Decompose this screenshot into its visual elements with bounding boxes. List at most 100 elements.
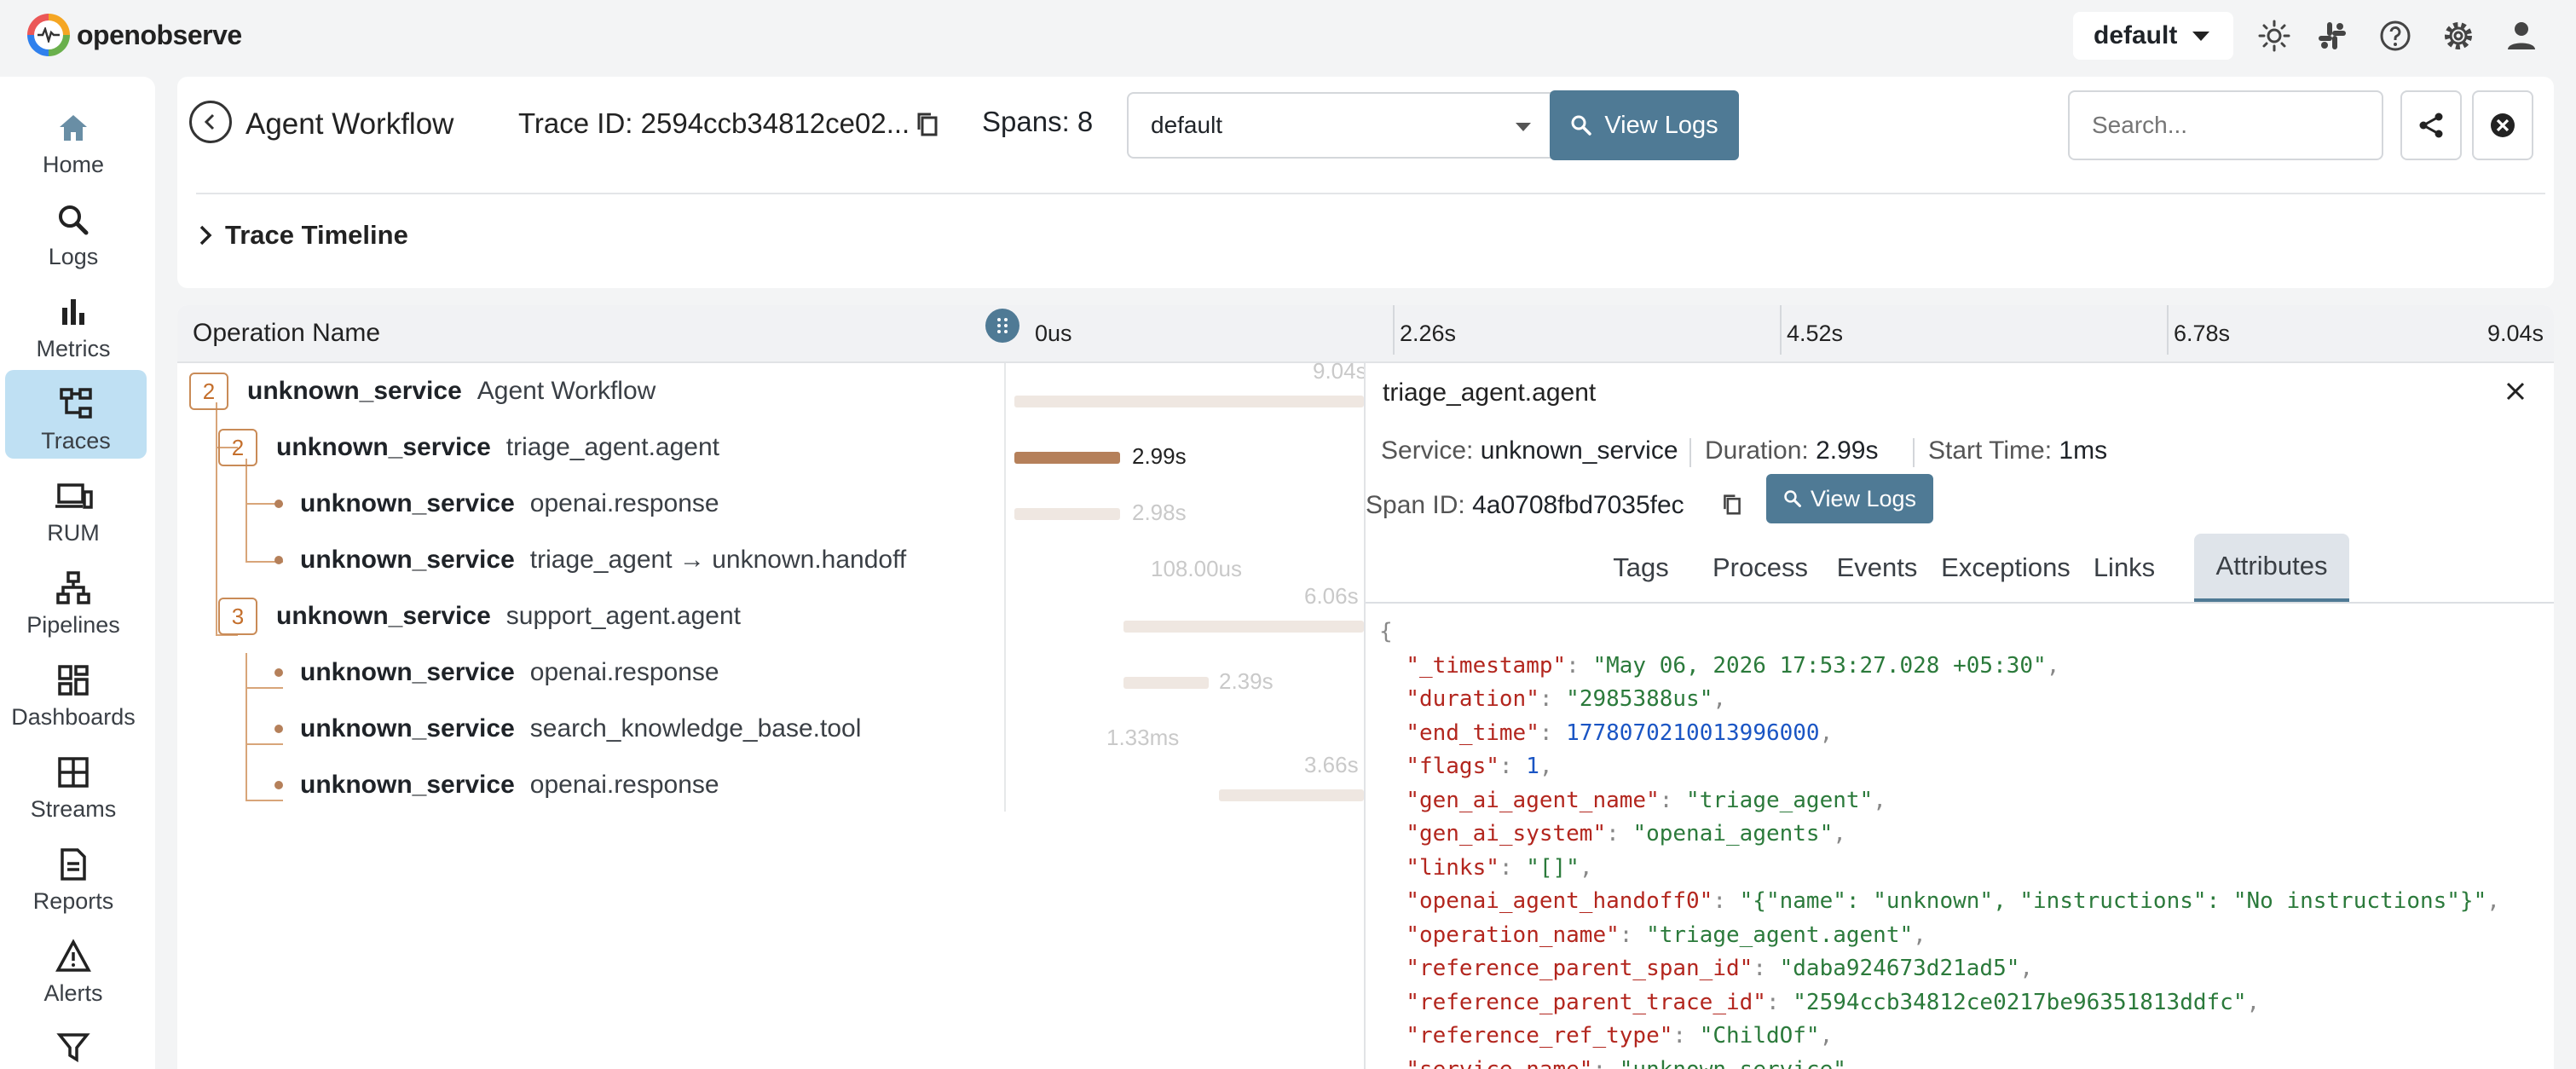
span-operation: Agent Workflow: [477, 377, 656, 405]
span-bar[interactable]: [1014, 396, 1364, 407]
sidebar-item-rum[interactable]: RUM: [0, 462, 147, 551]
settings-icon[interactable]: [2440, 17, 2477, 55]
sidebar-item-streams[interactable]: Streams: [0, 738, 147, 827]
trace-header-card: Agent Workflow Trace ID: 2594ccb34812ce0…: [177, 77, 2554, 288]
span-row[interactable]: 2 unknown_service Agent Workflow: [189, 363, 656, 419]
tab-events[interactable]: Events: [1824, 534, 1930, 602]
leaf-dot: [274, 725, 283, 733]
stream-select[interactable]: default: [1127, 92, 1562, 159]
json-brace: {: [1379, 619, 1393, 644]
child-count-badge[interactable]: 2: [189, 373, 228, 410]
attribute-key: "_timestamp": [1406, 652, 1567, 679]
view-logs-button[interactable]: View Logs: [1550, 90, 1739, 160]
tab-attributes[interactable]: Attributes: [2194, 534, 2349, 602]
divider: [1689, 438, 1691, 467]
close-detail-button[interactable]: [2503, 378, 2528, 408]
span-row[interactable]: unknown_service search_knowledge_base.to…: [274, 701, 861, 757]
attribute-key: "operation_name": [1406, 922, 1620, 948]
leaf-dot: [274, 500, 283, 508]
chevron-left-icon: [204, 113, 215, 130]
sidebar-item-reports[interactable]: Reports: [0, 830, 147, 919]
span-row[interactable]: unknown_service triage_agent → unknown.h…: [274, 532, 906, 588]
span-service: unknown_service: [300, 658, 515, 686]
span-detail-tabs: Tags Process Events Exceptions Links Att…: [1366, 534, 2554, 604]
close-trace-button[interactable]: [2472, 90, 2533, 160]
tick-divider: [2167, 305, 2169, 355]
sidebar-item-alerts[interactable]: Alerts: [0, 922, 147, 1011]
meta-value: 2.99s: [1816, 436, 1879, 465]
span-bar[interactable]: [1219, 789, 1364, 801]
span-row[interactable]: 3 unknown_service support_agent.agent: [218, 588, 741, 644]
share-icon: [2419, 113, 2443, 138]
span-tree: 2 unknown_service Agent Workflow 2 unkno…: [177, 363, 1006, 812]
attribute-key: "gen_ai_agent_name": [1406, 787, 1660, 813]
span-service: unknown_service: [300, 546, 515, 574]
span-row[interactable]: unknown_service openai.response: [274, 476, 719, 532]
span-duration: 6.06s: [1304, 583, 1359, 609]
attribute-row: "reference_parent_span_id": "daba924673d…: [1406, 956, 2034, 981]
attribute-key: "gen_ai_system": [1406, 821, 1607, 847]
span-service: unknown_service: [300, 714, 515, 743]
org-select[interactable]: default: [2073, 12, 2233, 60]
span-duration: 2.98s: [1132, 500, 1187, 525]
sidebar-item-dashboards[interactable]: Dashboards: [0, 646, 147, 735]
span-row[interactable]: unknown_service openai.response: [274, 644, 719, 701]
span-detail-panel: triage_agent.agent Service: unknown_serv…: [1364, 363, 2554, 1069]
tab-links[interactable]: Links: [2082, 534, 2167, 602]
trace-icon: [55, 384, 96, 425]
tab-tags[interactable]: Tags: [1585, 534, 1696, 602]
sidebar-item-metrics[interactable]: Metrics: [0, 278, 147, 367]
copy-icon[interactable]: [1722, 493, 1742, 521]
attribute-row: "service_name": "unknown_service": [1379, 1054, 2500, 1069]
sidebar-item-traces[interactable]: Traces: [5, 370, 147, 459]
home-icon: [53, 107, 94, 148]
app-logo[interactable]: openobserve: [27, 14, 242, 56]
sidebar-item-filter[interactable]: [0, 1014, 147, 1069]
span-service: unknown_service: [300, 771, 515, 799]
sidebar-item-logs[interactable]: Logs: [0, 186, 147, 274]
sidebar-item-home[interactable]: Home: [0, 94, 147, 182]
span-duration: 9.04s: [1313, 358, 1367, 384]
sidebar-item-label: Reports: [32, 888, 114, 914]
tick-divider: [1780, 305, 1782, 355]
span-duration-meta: Duration: 2.99s: [1705, 436, 1878, 465]
child-count-badge[interactable]: 3: [218, 598, 257, 635]
attribute-value: "2985388us": [1566, 686, 1713, 712]
share-button[interactable]: [2400, 90, 2462, 160]
dashboard-icon: [53, 660, 94, 701]
attribute-key: "reference_parent_trace_id": [1406, 989, 1766, 1015]
span-view-logs-button[interactable]: View Logs: [1766, 474, 1933, 523]
tab-exceptions[interactable]: Exceptions: [1930, 534, 2082, 602]
tab-process[interactable]: Process: [1696, 534, 1824, 602]
trace-timeline-toggle[interactable]: Trace Timeline: [198, 220, 408, 251]
stream-select-value: default: [1151, 112, 1223, 138]
slack-icon[interactable]: [2313, 17, 2351, 55]
span-row-selected[interactable]: 2 unknown_service triage_agent.agent: [218, 419, 719, 476]
help-icon[interactable]: [2377, 17, 2414, 55]
sidebar-item-label: Logs: [48, 244, 99, 269]
copy-icon[interactable]: [915, 111, 939, 142]
sidebar-item-label: Streams: [30, 796, 117, 822]
span-row[interactable]: unknown_service openai.response: [274, 757, 719, 813]
sidebar-item-pipelines[interactable]: Pipelines: [0, 554, 147, 643]
span-bar[interactable]: [1014, 452, 1120, 464]
bar-chart-icon: [53, 292, 94, 332]
view-logs-label: View Logs: [1604, 111, 1718, 139]
sidebar: Home Logs Metrics Traces RUM Pipelines D…: [0, 77, 155, 1069]
user-icon[interactable]: [2503, 17, 2540, 55]
trace-panel: Operation Name 0us 2.26s 4.52s 6.78s 9.0…: [177, 305, 2554, 1069]
span-bar[interactable]: [1123, 621, 1364, 633]
sidebar-item-label: RUM: [47, 520, 100, 546]
span-bar[interactable]: [1014, 508, 1120, 520]
resize-handle[interactable]: [985, 309, 1019, 343]
span-service: unknown_service: [276, 433, 491, 461]
back-button[interactable]: [189, 101, 232, 143]
devices-icon: [53, 476, 94, 517]
attribute-row: "flags": 1,: [1406, 754, 1553, 779]
search-input[interactable]: [2068, 90, 2383, 160]
theme-toggle-icon[interactable]: [2255, 17, 2293, 55]
span-bar[interactable]: [1123, 677, 1209, 689]
span-duration: 3.66s: [1304, 752, 1359, 777]
span-operation: openai.response: [529, 771, 719, 799]
child-count-badge[interactable]: 2: [218, 429, 257, 466]
